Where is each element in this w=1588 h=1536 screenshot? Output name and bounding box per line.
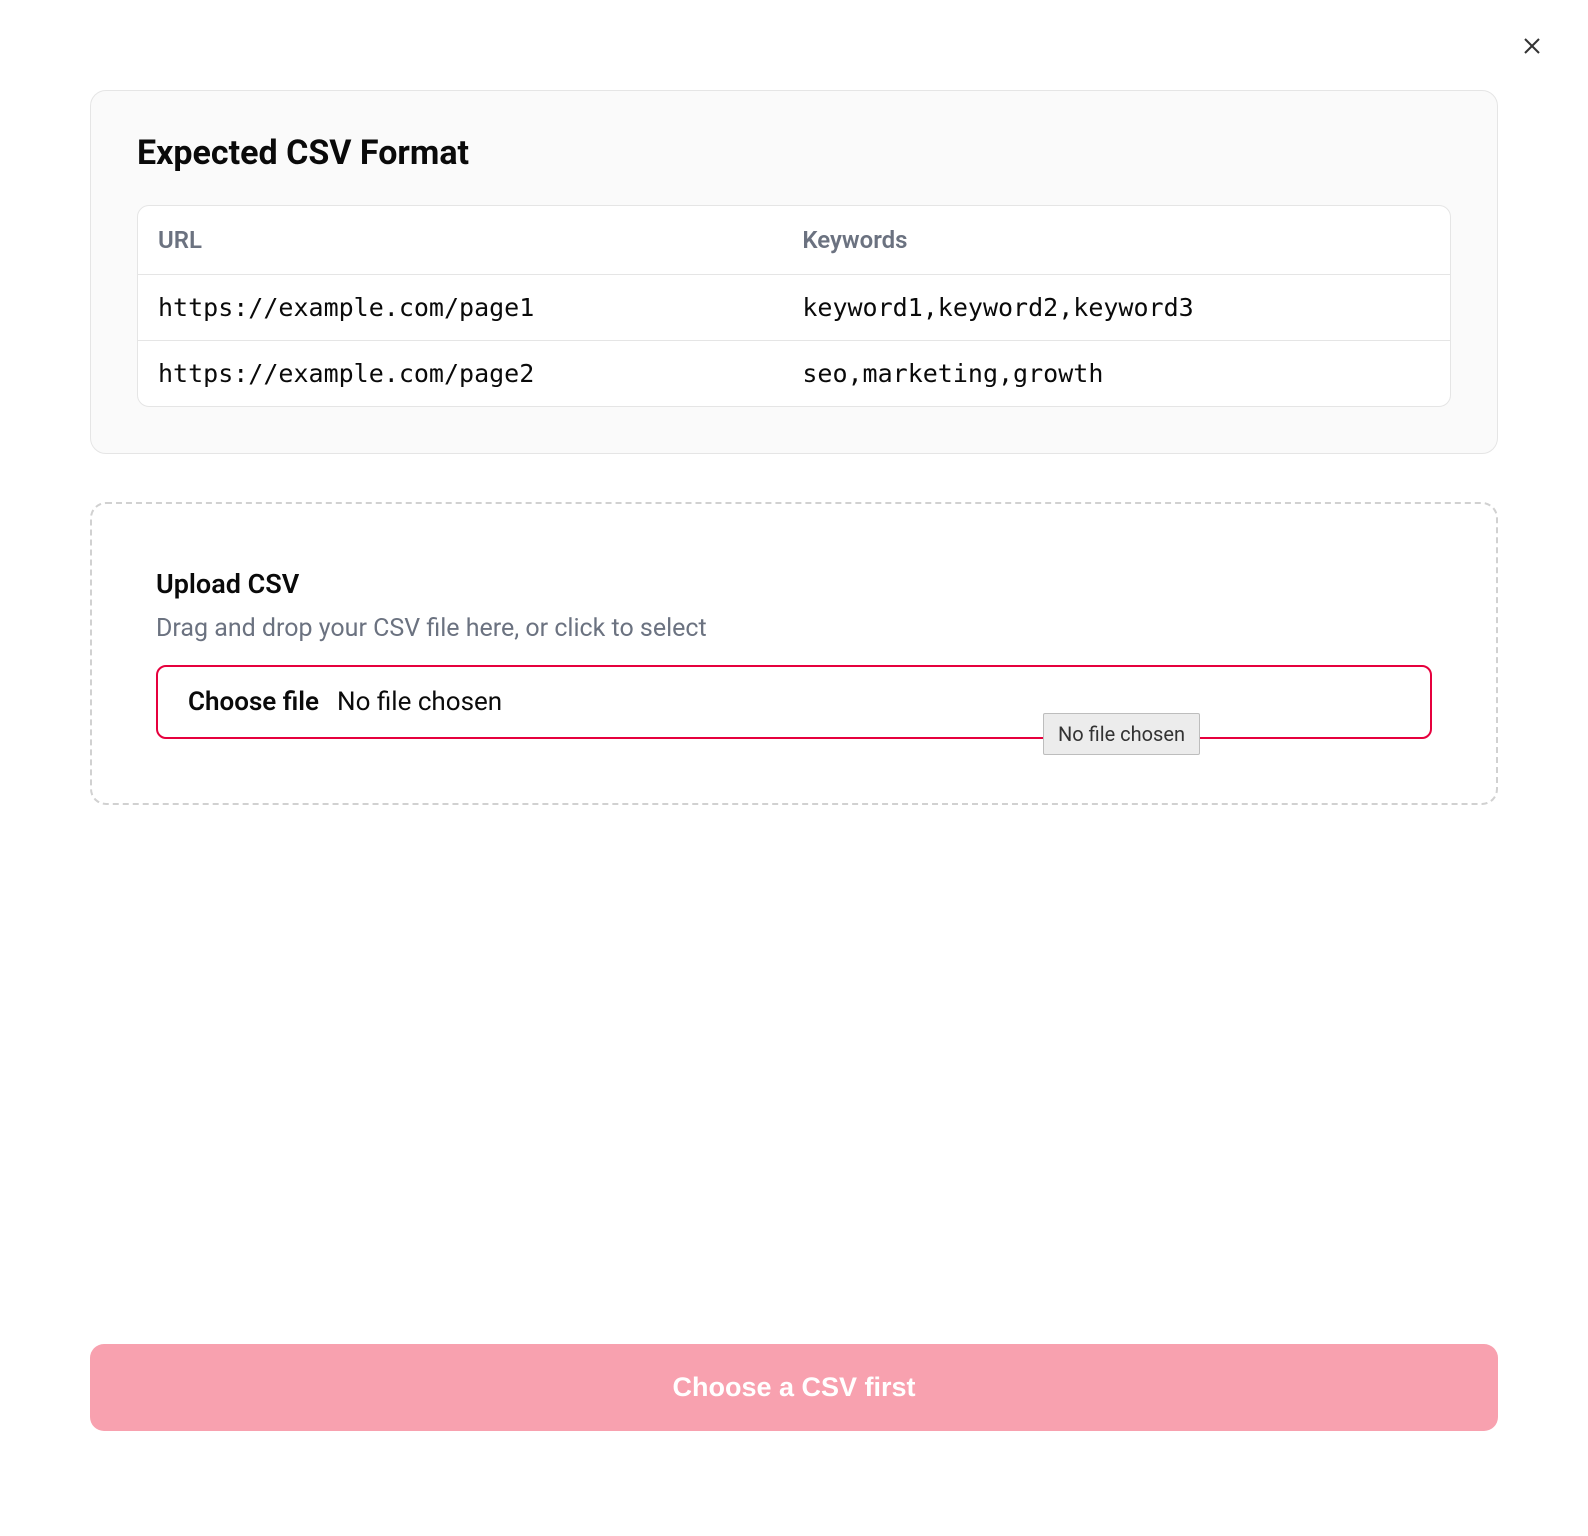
table-row: https://example.com/page1 keyword1,keywo… [138, 275, 1450, 341]
expected-format-card: Expected CSV Format URL Keywords https:/… [90, 90, 1498, 454]
file-tooltip: No file chosen [1043, 713, 1200, 755]
table-cell-url: https://example.com/page2 [138, 341, 782, 406]
table-header-url: URL [138, 206, 782, 275]
format-title: Expected CSV Format [137, 133, 1451, 173]
table-cell-url: https://example.com/page1 [138, 275, 782, 341]
upload-title: Upload CSV [156, 568, 1432, 600]
table-row: https://example.com/page2 seo,marketing,… [138, 341, 1450, 406]
table-header-keywords: Keywords [782, 206, 1450, 275]
close-button[interactable] [1516, 32, 1548, 64]
file-input[interactable]: Choose file No file chosen No file chose… [156, 665, 1432, 739]
no-file-chosen-text: No file chosen [337, 687, 502, 717]
table-cell-keywords: seo,marketing,growth [782, 341, 1450, 406]
table-cell-keywords: keyword1,keyword2,keyword3 [782, 275, 1450, 341]
upload-dropzone[interactable]: Upload CSV Drag and drop your CSV file h… [90, 502, 1498, 805]
choose-file-label: Choose file [188, 687, 319, 717]
format-table: URL Keywords https://example.com/page1 k… [137, 205, 1451, 407]
submit-button[interactable]: Choose a CSV first [90, 1344, 1498, 1431]
close-icon [1520, 34, 1544, 62]
upload-subtitle: Drag and drop your CSV file here, or cli… [156, 614, 1432, 643]
